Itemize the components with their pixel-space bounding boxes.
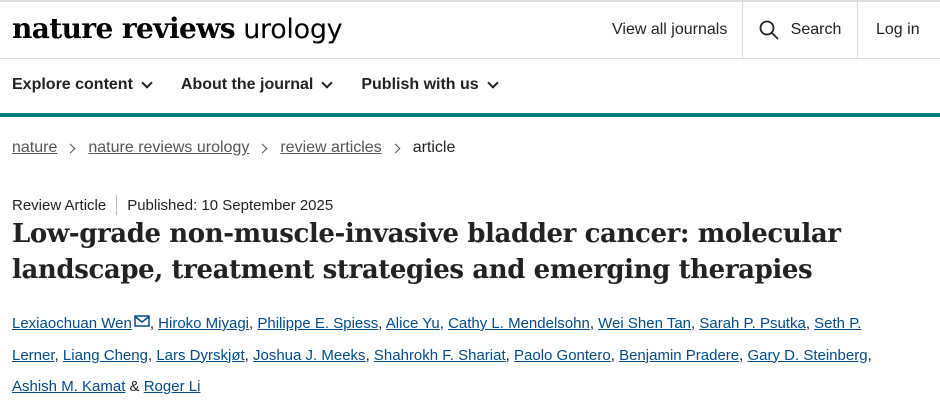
author-link[interactable]: Paolo Gontero: [514, 347, 611, 364]
nav-label: About the journal: [180, 76, 314, 93]
nav-explore-content[interactable]: Explore content: [12, 76, 153, 94]
author-list: Lexiaochuan Wen, Hiroko Miyagi, Philippe…: [12, 315, 872, 395]
author-link[interactable]: Liang Cheng: [63, 347, 148, 364]
chevron-down-icon: [141, 77, 153, 89]
search-button[interactable]: Search: [742, 2, 858, 58]
article-meta: Review Article Published: 10 September 2…: [12, 195, 333, 215]
author-link[interactable]: Sarah P. Psutka: [699, 315, 805, 332]
main-nav: Explore content About the journal Publis…: [12, 76, 499, 94]
author-link[interactable]: Lars Dyrskjøt: [156, 347, 244, 364]
nav-publish-with-us[interactable]: Publish with us: [361, 76, 499, 94]
breadcrumb: nature nature reviews urology review art…: [12, 139, 455, 157]
author-link[interactable]: Hiroko Miyagi: [158, 315, 249, 332]
login-link[interactable]: Log in: [876, 2, 920, 58]
author-link[interactable]: Roger Li: [144, 378, 201, 395]
site-header: nature reviews urology View all journals…: [0, 2, 940, 59]
author-link[interactable]: Cathy L. Mendelsohn: [448, 315, 590, 332]
nav-about-journal[interactable]: About the journal: [180, 76, 334, 94]
search-icon: [759, 20, 779, 40]
chevron-right-icon: [390, 143, 401, 153]
published-date: Published: 10 September 2025: [127, 196, 334, 214]
chevron-down-icon: [487, 77, 499, 89]
author-link[interactable]: Alice Yu: [386, 315, 440, 332]
author-link[interactable]: Benjamin Pradere: [619, 347, 739, 364]
logo-light: urology: [243, 14, 343, 45]
article-type: Review Article: [12, 196, 107, 214]
journal-logo[interactable]: nature reviews urology: [12, 12, 343, 45]
nav-label: Explore content: [12, 76, 133, 93]
author-link[interactable]: Lexiaochuan Wen: [12, 315, 132, 332]
breadcrumb-current: article: [412, 139, 456, 156]
meta-divider: [116, 195, 118, 215]
mail-icon[interactable]: [134, 315, 150, 327]
author-link[interactable]: Ashish M. Kamat: [12, 378, 125, 395]
author-link[interactable]: Gary D. Steinberg: [748, 347, 868, 364]
chevron-right-icon: [65, 143, 76, 153]
breadcrumb-nature[interactable]: nature: [12, 139, 57, 157]
author-link[interactable]: Wei Shen Tan: [598, 315, 691, 332]
breadcrumb-journal[interactable]: nature reviews urology: [88, 139, 249, 157]
breadcrumb-review-articles[interactable]: review articles: [280, 139, 381, 157]
search-label: Search: [790, 21, 842, 38]
author-link[interactable]: Shahrokh F. Shariat: [374, 347, 506, 364]
logo-bold: nature reviews: [12, 12, 235, 45]
author-link[interactable]: Philippe E. Spiess: [257, 315, 378, 332]
article-title: Low-grade non-muscle-invasive bladder ca…: [12, 219, 841, 285]
nav-label: Publish with us: [361, 76, 479, 93]
author-link[interactable]: Joshua J. Meeks: [253, 347, 366, 364]
view-all-journals-link[interactable]: View all journals: [612, 2, 727, 58]
chevron-down-icon: [321, 77, 334, 89]
chevron-right-icon: [257, 143, 268, 153]
accent-bar: [0, 113, 940, 117]
